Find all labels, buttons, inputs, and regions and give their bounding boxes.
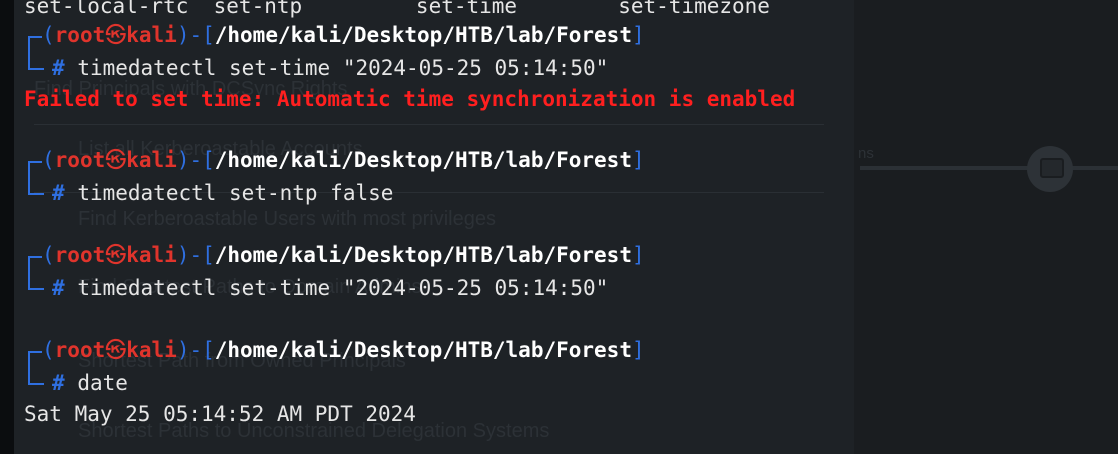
prompt-bracket-icon [28,181,44,195]
prompt-bracket-icon [28,371,44,385]
completion-line: set-local-rtc set-ntp set-time set-timez… [24,0,770,20]
terminal-output[interactable]: set-local-rtc set-ntp set-time set-timez… [0,0,1118,454]
completion-text: set-local-rtc set-ntp set-time set-timez… [24,0,770,18]
prompt-host: kali [126,23,177,47]
prompt-skull-icon: ㉿ [105,148,127,172]
prompt-open: ( [42,23,55,47]
prompt-skull-icon: ㉿ [105,243,127,267]
prompt-line: (root㉿kali)-[/home/kali/Desktop/HTB/lab/… [42,245,645,269]
prompt-close: ] [631,23,645,47]
prompt-hash: # [52,276,65,300]
prompt-user: root [54,338,106,362]
command-line: # timedatectl set-ntp false [52,183,393,207]
prompt-open: ( [42,243,55,267]
prompt-host: kali [126,243,177,267]
command-output: Sat May 25 05:14:52 AM PDT 2024 [24,402,416,426]
prompt-open: ( [42,338,55,362]
prompt-open: ( [42,148,55,172]
prompt-close: ] [631,338,645,362]
prompt-path: /home/kali/Desktop/HTB/lab/Forest [214,338,632,362]
prompt-line: (root㉿kali)-[/home/kali/Desktop/HTB/lab/… [42,340,645,364]
prompt-path: /home/kali/Desktop/HTB/lab/Forest [214,148,632,172]
prompt-host: kali [126,148,177,172]
error-line: Failed to set time: Automatic time synch… [24,87,796,111]
command-text: date [77,371,128,395]
prompt-path: /home/kali/Desktop/HTB/lab/Forest [214,23,632,47]
prompt-close: ] [631,243,645,267]
prompt-mid: )-[ [176,243,215,267]
prompt-close: ] [631,148,645,172]
prompt-hash: # [52,371,65,395]
prompt-user: root [54,148,106,172]
prompt-user: root [54,243,106,267]
prompt-skull-icon: ㉿ [105,23,127,47]
prompt-path: /home/kali/Desktop/HTB/lab/Forest [214,243,632,267]
command-line: # timedatectl set-time "2024-05-25 05:14… [52,58,608,82]
prompt-line: (root㉿kali)-[/home/kali/Desktop/HTB/lab/… [42,150,645,174]
prompt-bracket-icon [28,276,44,290]
prompt-bracket-icon [28,56,44,70]
command-text: timedatectl set-time "2024-05-25 05:14:5… [77,276,609,300]
prompt-hash: # [52,181,65,205]
command-line: # date [52,373,128,397]
prompt-hash: # [52,56,65,80]
command-text: timedatectl set-time "2024-05-25 05:14:5… [77,56,609,80]
screen: Find Principals with DCSync Rights List … [0,0,1118,454]
prompt-skull-icon: ㉿ [105,338,127,362]
prompt-host: kali [126,338,177,362]
prompt-mid: )-[ [176,338,215,362]
command-text: timedatectl set-ntp false [77,181,394,205]
prompt-line: (root㉿kali)-[/home/kali/Desktop/HTB/lab/… [42,25,645,49]
prompt-mid: )-[ [176,148,215,172]
command-line: # timedatectl set-time "2024-05-25 05:14… [52,278,608,302]
prompt-mid: )-[ [176,23,215,47]
prompt-user: root [54,23,106,47]
